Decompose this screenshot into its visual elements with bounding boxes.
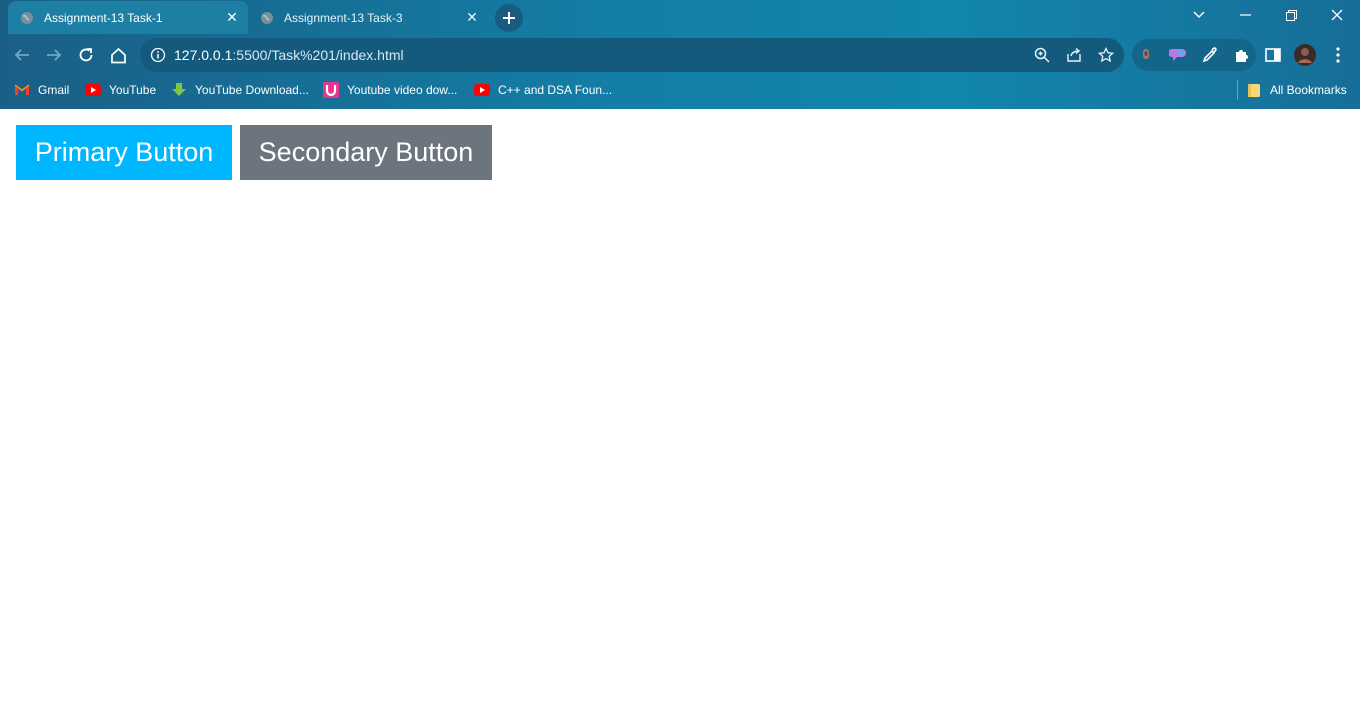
- avatar-icon: [1294, 44, 1316, 66]
- primary-button[interactable]: Primary Button: [16, 125, 232, 180]
- bookmarks-divider: [1237, 80, 1238, 100]
- address-bar[interactable]: 127.0.0.1:5500/Task%201/index.html: [140, 38, 1124, 72]
- profile-avatar[interactable]: [1294, 44, 1316, 66]
- new-tab-button[interactable]: [495, 4, 523, 32]
- extensions-group: [1132, 39, 1256, 71]
- home-button[interactable]: [104, 41, 132, 69]
- tab-title: Assignment-13 Task-3: [284, 10, 403, 25]
- share-button[interactable]: [1064, 45, 1084, 65]
- extensions-puzzle-icon[interactable]: [1231, 44, 1253, 66]
- bookmark-label: YouTube: [109, 83, 157, 97]
- tab-assignment-13-task-1[interactable]: Assignment-13 Task-1 ✕: [8, 1, 248, 34]
- restore-icon: [1285, 9, 1297, 21]
- bookmark-youtube-video-downloader[interactable]: Youtube video dow...: [323, 80, 457, 100]
- chevron-down-icon: [1193, 11, 1205, 18]
- back-button[interactable]: [8, 41, 36, 69]
- arrow-left-icon: [14, 49, 29, 61]
- close-tab-icon[interactable]: ✕: [222, 8, 242, 28]
- side-panel-button[interactable]: [1262, 44, 1284, 66]
- url-host: 127.0.0.1: [174, 47, 233, 63]
- reload-icon: [79, 48, 93, 62]
- star-icon: [1098, 47, 1114, 63]
- bookmark-label: YouTube Download...: [195, 83, 309, 97]
- tab-title: Assignment-13 Task-1: [44, 10, 163, 25]
- bookmark-label: Youtube video dow...: [347, 83, 458, 97]
- u-icon: [323, 82, 339, 98]
- tab-strip: Assignment-13 Task-1 ✕ Assignment-13 Tas…: [0, 0, 1360, 34]
- browser-chrome: Assignment-13 Task-1 ✕ Assignment-13 Tas…: [0, 0, 1360, 109]
- close-window-button[interactable]: [1314, 0, 1360, 30]
- bookmark-youtube-download[interactable]: YouTube Download...: [171, 80, 309, 100]
- download-icon: [171, 83, 187, 97]
- bookmark-star-button[interactable]: [1096, 45, 1116, 65]
- close-icon: [1331, 9, 1343, 21]
- youtube-icon: [474, 83, 490, 97]
- gmail-icon: [14, 83, 30, 97]
- globe-icon: [21, 11, 33, 24]
- bookmark-label: C++ and DSA Foun...: [498, 83, 613, 97]
- kebab-menu-icon: [1336, 47, 1340, 63]
- home-icon: [110, 47, 126, 63]
- bookmark-label: Gmail: [38, 83, 70, 97]
- reload-button[interactable]: [72, 41, 100, 69]
- info-icon[interactable]: [150, 47, 166, 63]
- toolbar: 127.0.0.1:5500/Task%201/index.html: [0, 36, 1360, 74]
- bookmark-cpp-dsa[interactable]: C++ and DSA Foun...: [474, 80, 612, 100]
- close-tab-icon[interactable]: ✕: [462, 8, 482, 28]
- menu-button[interactable]: [1327, 44, 1349, 66]
- page-content: Primary Button Secondary Button: [0, 109, 1360, 728]
- all-bookmarks-label: All Bookmarks: [1270, 83, 1347, 97]
- url-text[interactable]: 127.0.0.1:5500/Task%201/index.html: [174, 47, 404, 63]
- url-path: :5500/Task%201/index.html: [232, 47, 404, 63]
- tab-assignment-13-task-3[interactable]: Assignment-13 Task-3 ✕: [248, 1, 488, 34]
- secondary-button[interactable]: Secondary Button: [240, 125, 492, 180]
- forward-button[interactable]: [40, 41, 68, 69]
- all-bookmarks-button[interactable]: All Bookmarks: [1246, 80, 1347, 100]
- bookmark-gmail[interactable]: Gmail: [14, 80, 69, 100]
- tab-search-button[interactable]: [1176, 0, 1222, 30]
- bookmarks-bar: Gmail YouTube YouTube Download... Youtub…: [0, 78, 1360, 102]
- minimize-button[interactable]: [1222, 0, 1268, 30]
- zoom-icon: [1034, 47, 1050, 63]
- zoom-button[interactable]: [1032, 45, 1052, 65]
- globe-icon: [261, 11, 273, 24]
- extension-eyedropper-icon[interactable]: [1199, 44, 1221, 66]
- bookmark-youtube[interactable]: YouTube: [85, 80, 156, 100]
- extension-chat-icon[interactable]: [1167, 44, 1189, 66]
- share-icon: [1067, 47, 1081, 62]
- folder-icon: [1246, 83, 1262, 97]
- minimize-icon: [1239, 14, 1251, 16]
- youtube-icon: [85, 83, 101, 97]
- plus-icon: [503, 12, 515, 24]
- arrow-right-icon: [47, 49, 62, 61]
- restore-button[interactable]: [1268, 0, 1314, 30]
- extension-mic-icon[interactable]: [1135, 44, 1157, 66]
- side-panel-icon: [1265, 48, 1281, 62]
